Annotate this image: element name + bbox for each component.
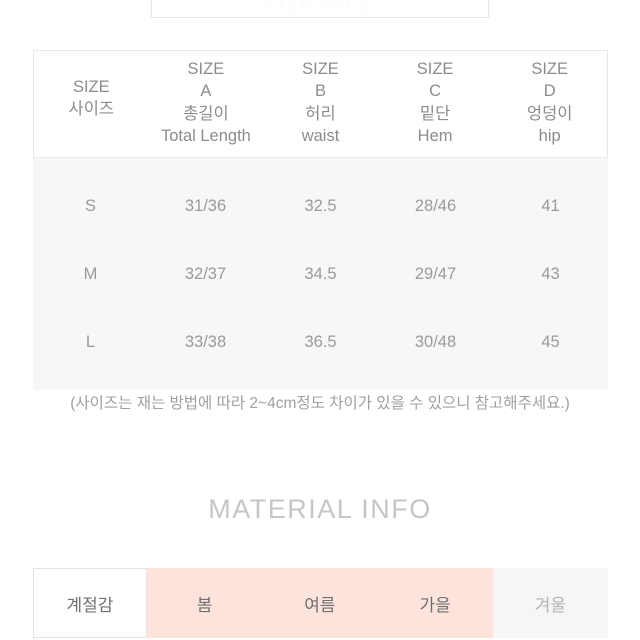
season-row: 계절감 봄 여름 가을 겨울	[33, 568, 608, 638]
size-table-header-cell-c: SIZE C 밑단 Hem	[378, 51, 493, 157]
header-kr-d: 엉덩이	[526, 104, 573, 123]
cell-size: L	[85, 332, 96, 351]
cell-waist: 34.5	[304, 264, 337, 283]
header-en-a: Total Length	[160, 127, 251, 146]
header-code-a: SIZE	[187, 60, 225, 78]
header-kr-a: 총길이	[183, 104, 229, 123]
cell-total-length: 33/38	[184, 332, 227, 351]
header-en-d: hip	[538, 127, 561, 146]
header-kr-c: 밑단	[419, 104, 451, 123]
table-row: S 31/36 32.5 28/46 41	[33, 172, 608, 240]
cell-hip: 41	[541, 196, 560, 215]
size-measurement-note: (사이즈는 재는 방법에 따라 2~4cm정도 차이가 있을 수 있으니 참고해…	[70, 395, 570, 412]
top-clipped-panel-text: SIZE INFO	[265, 0, 375, 15]
season-option-autumn[interactable]: 가을	[377, 568, 493, 638]
size-table-header-cell-d: SIZE D 엉덩이 hip	[492, 51, 607, 157]
header-kr-b: 허리	[305, 104, 336, 123]
size-table-header-row: SIZE 사이즈 SIZE A 총길이 Total Length SIZE B …	[33, 50, 608, 158]
season-option-winter[interactable]: 겨울	[492, 568, 608, 638]
material-info-heading: MATERIAL INFO	[208, 494, 432, 524]
header-en-c: Hem	[417, 127, 453, 146]
cell-size: M	[83, 264, 98, 283]
size-table-header-cell-size: SIZE 사이즈	[34, 51, 149, 157]
cell-total-length: 32/37	[184, 264, 227, 283]
top-clipped-panel: SIZE INFO	[151, 0, 489, 18]
header-letter-d: D	[543, 82, 556, 101]
cell-hem: 30/48	[414, 332, 457, 351]
size-table-header-cell-a: SIZE A 총길이 Total Length	[149, 51, 264, 157]
header-code-d: SIZE	[531, 60, 569, 78]
season-option-spring[interactable]: 봄	[147, 568, 263, 638]
season-options: 봄 여름 가을 겨울	[147, 568, 608, 638]
cell-waist: 32.5	[304, 196, 337, 215]
header-code-b: SIZE	[302, 60, 339, 78]
size-table: SIZE 사이즈 SIZE A 총길이 Total Length SIZE B …	[33, 50, 608, 390]
size-table-body: S 31/36 32.5 28/46 41 M 32/37 34.5 29/47…	[33, 158, 608, 390]
cell-hip: 43	[541, 264, 560, 283]
cell-hem: 28/46	[414, 196, 457, 215]
header-en-b: waist	[301, 127, 340, 146]
table-row: L 33/38 36.5 30/48 45	[33, 308, 608, 376]
cell-total-length: 31/36	[184, 196, 227, 215]
header-kr-size: 사이즈	[68, 100, 115, 118]
header-letter-b: B	[314, 82, 326, 101]
cell-hem: 29/47	[414, 264, 457, 283]
cell-hip: 45	[541, 332, 560, 351]
season-option-summer[interactable]: 여름	[262, 568, 378, 638]
cell-waist: 36.5	[304, 332, 337, 351]
cell-size: S	[84, 196, 96, 215]
header-letter-c: C	[429, 82, 442, 101]
header-code-size: SIZE	[72, 77, 110, 96]
table-row: M 32/37 34.5 29/47 43	[33, 240, 608, 308]
size-table-header-cell-b: SIZE B 허리 waist	[263, 51, 378, 157]
header-letter-a: A	[200, 82, 212, 101]
header-code-c: SIZE	[416, 60, 454, 78]
season-row-label: 계절감	[33, 568, 147, 638]
